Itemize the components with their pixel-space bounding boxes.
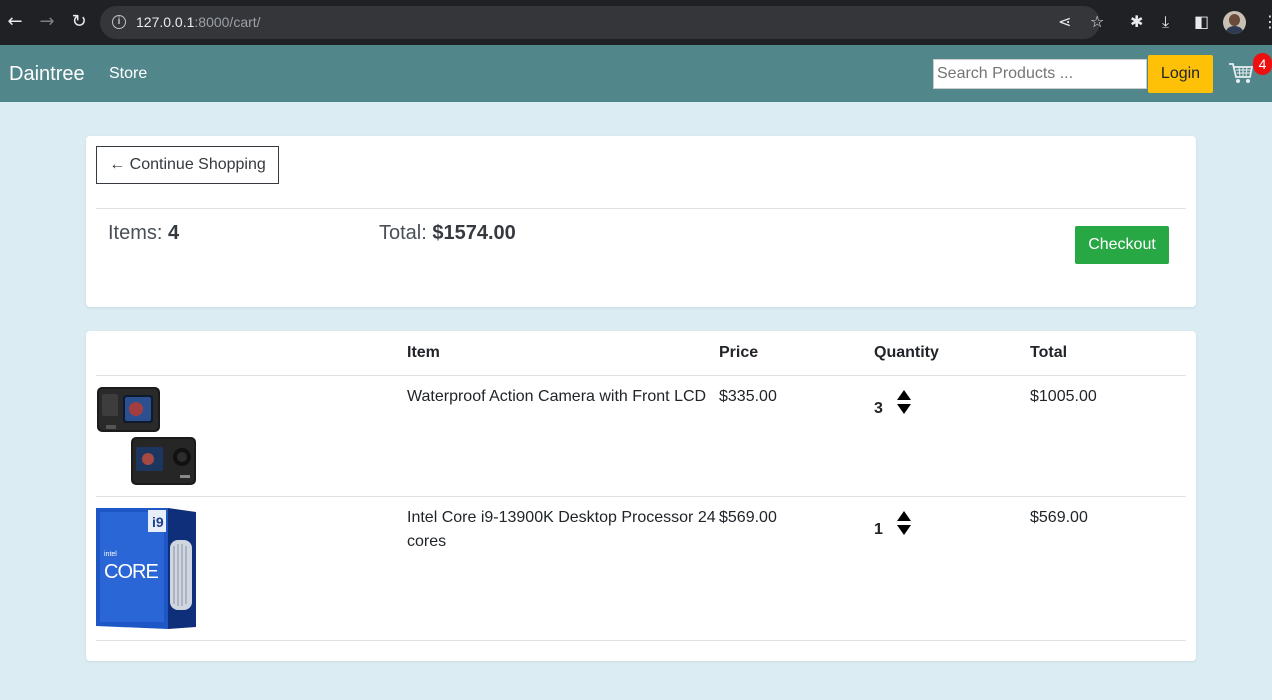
svg-text:i9: i9: [152, 514, 164, 530]
menu-kebab-icon[interactable]: ⋮: [1262, 12, 1272, 32]
nav-store-link[interactable]: Store: [109, 65, 147, 83]
increase-quantity-icon[interactable]: [897, 511, 911, 521]
side-panel-icon[interactable]: ◧: [1194, 12, 1209, 32]
cart-summary-card: ← Continue Shopping Items: 4 Total: $157…: [86, 136, 1196, 307]
site-navbar: Daintree Store Login 4: [0, 45, 1272, 102]
divider: [96, 496, 1186, 497]
checkout-button[interactable]: Checkout: [1075, 226, 1169, 264]
divider: [96, 640, 1186, 641]
profile-avatar[interactable]: [1223, 11, 1246, 34]
header-total: Total: [1030, 344, 1068, 361]
item-name: Waterproof Action Camera with Front LCD: [407, 388, 707, 405]
decrease-quantity-icon[interactable]: [897, 525, 911, 535]
header-item: Item: [407, 344, 440, 361]
header-price: Price: [719, 344, 759, 361]
site-info-icon[interactable]: i: [112, 15, 126, 29]
item-total: $569.00: [1030, 509, 1088, 526]
svg-text:intel: intel: [104, 551, 117, 558]
product-image-cpu-box: i9 intel CORE: [96, 508, 196, 629]
items-count: Items: 4: [108, 222, 180, 244]
search-input[interactable]: [933, 59, 1147, 89]
header-quantity: Quantity: [874, 344, 939, 361]
cart-total: Total: $1574.00: [379, 222, 516, 244]
divider: [96, 208, 1186, 209]
decrease-quantity-icon[interactable]: [897, 404, 911, 414]
extensions-icon[interactable]: ✱: [1130, 12, 1143, 32]
item-quantity: 3: [874, 400, 883, 417]
download-icon[interactable]: ⤓: [1162, 12, 1169, 32]
item-price: $569.00: [719, 509, 777, 526]
share-icon[interactable]: ⋖: [1058, 12, 1071, 32]
svg-text:CORE: CORE: [104, 561, 158, 583]
url-text[interactable]: 127.0.0.1:8000/cart/: [136, 14, 261, 30]
brand-logo[interactable]: Daintree: [9, 63, 85, 86]
address-bar[interactable]: i 127.0.0.1:8000/cart/: [100, 6, 1100, 39]
back-arrow-icon[interactable]: ←: [5, 12, 25, 32]
forward-arrow-icon[interactable]: →: [37, 12, 57, 32]
item-price: $335.00: [719, 388, 777, 405]
product-image-action-camera: [97, 387, 196, 485]
divider: [96, 375, 1186, 376]
reload-icon[interactable]: ↻: [69, 12, 89, 32]
cart-count-badge: 4: [1253, 53, 1272, 75]
increase-quantity-icon[interactable]: [897, 390, 911, 400]
cart-items-card: Item Price Quantity Total Waterproof Act…: [86, 331, 1196, 661]
shopping-cart-icon[interactable]: [1228, 61, 1254, 85]
item-name: Intel Core i9-13900K Desktop Processor 2…: [407, 509, 716, 550]
continue-shopping-button[interactable]: ← Continue Shopping: [96, 146, 279, 184]
login-button[interactable]: Login: [1148, 55, 1213, 93]
bookmark-star-icon[interactable]: ☆: [1090, 12, 1104, 32]
browser-toolbar: ← → ↻ i 127.0.0.1:8000/cart/ ⋖ ☆ ✱ ⤓ ◧ ⋮: [0, 0, 1272, 45]
item-total: $1005.00: [1030, 388, 1097, 405]
item-quantity: 1: [874, 521, 883, 538]
